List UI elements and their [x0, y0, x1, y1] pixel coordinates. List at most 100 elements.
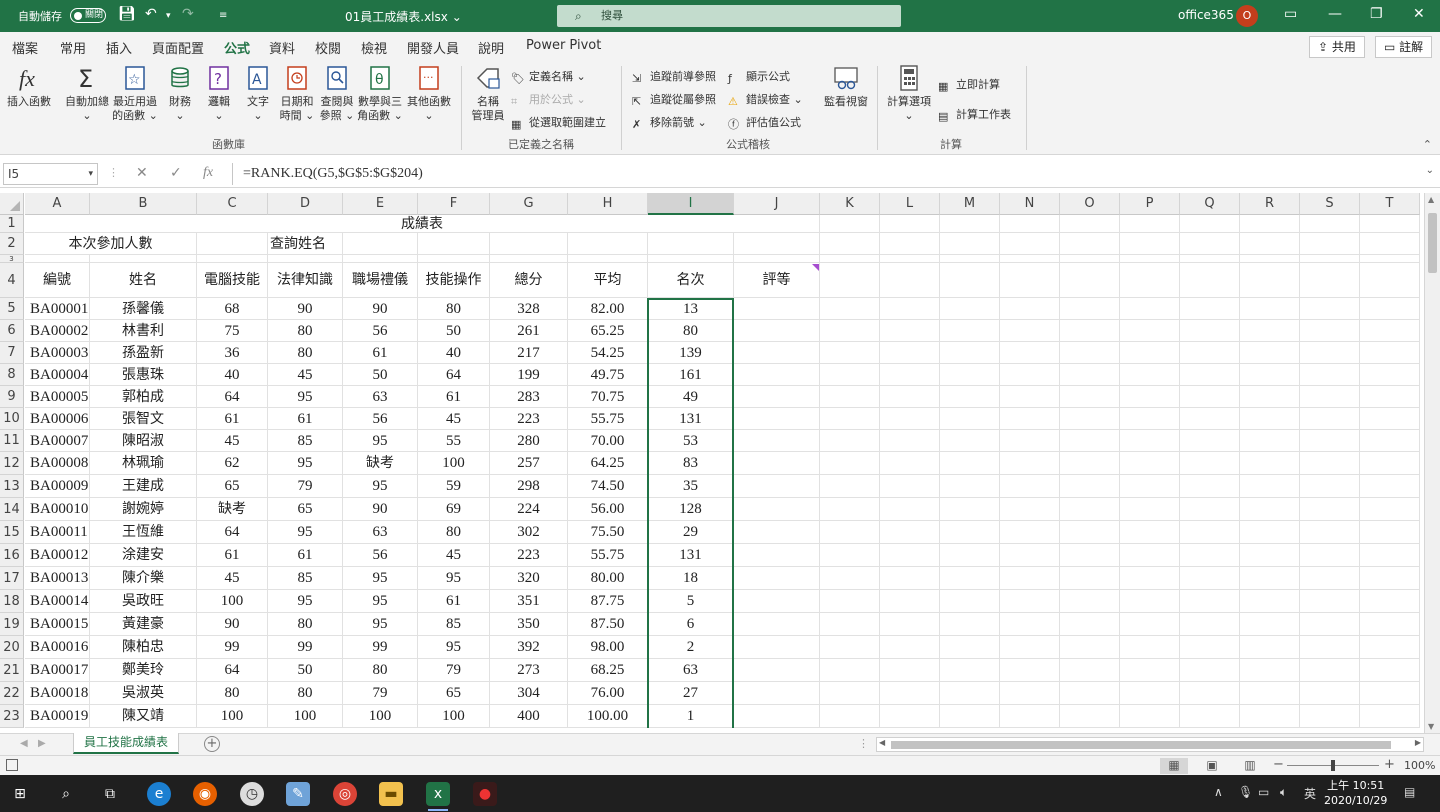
table-cell[interactable]: 95 [343, 590, 418, 613]
table-cell[interactable]: 6 [648, 613, 734, 636]
show-formulas-button[interactable]: ƒ 顯示公式 [728, 68, 790, 85]
table-cell[interactable]: 95 [268, 386, 343, 408]
table-cell[interactable]: 90 [268, 298, 343, 320]
sheet-prev-icon[interactable]: ◀ [20, 738, 28, 749]
cell[interactable] [940, 613, 1000, 636]
table-cell[interactable]: 283 [490, 386, 568, 408]
insert-function-icon[interactable]: fx [203, 165, 213, 181]
cell[interactable] [734, 364, 820, 386]
cell[interactable] [1360, 364, 1420, 386]
row-header-11[interactable]: 11 [0, 430, 24, 452]
cell[interactable] [1000, 636, 1060, 659]
cell[interactable] [1000, 430, 1060, 452]
cell[interactable] [1300, 215, 1360, 233]
cell[interactable] [1180, 498, 1240, 521]
ime-indicator[interactable]: 英 [1304, 785, 1316, 802]
employee-id-cell[interactable]: BA00001 [25, 298, 90, 320]
cell[interactable] [1300, 386, 1360, 408]
cell[interactable] [940, 705, 1000, 728]
table-cell[interactable]: 林書利 [90, 320, 197, 342]
table-cell[interactable]: 40 [197, 364, 268, 386]
customize-qat-icon[interactable]: ≡ [219, 10, 227, 21]
comments-button[interactable]: ▭ 註解 [1375, 36, 1433, 58]
table-cell[interactable]: 328 [490, 298, 568, 320]
table-cell[interactable]: 280 [490, 430, 568, 452]
table-cell[interactable]: 304 [490, 682, 568, 705]
cell[interactable] [940, 215, 1000, 233]
cell[interactable] [940, 636, 1000, 659]
table-cell[interactable]: 80 [197, 682, 268, 705]
cell[interactable] [1120, 408, 1180, 430]
table-cell[interactable]: 61 [197, 408, 268, 430]
employee-id-cell[interactable]: BA00005 [25, 386, 90, 408]
cell[interactable] [820, 636, 880, 659]
table-cell[interactable]: 95 [268, 521, 343, 544]
employee-id-cell[interactable]: BA00009 [25, 475, 90, 498]
autosum-button[interactable]: Σ 自動加總 ⌄ [62, 64, 112, 123]
cell[interactable] [490, 233, 568, 255]
financial-button[interactable]: 財務 ⌄ [164, 64, 196, 123]
trace-precedents-button[interactable]: ⇲ 追蹤前導參照 [632, 68, 716, 85]
table-cell[interactable]: 70.75 [568, 386, 648, 408]
use-in-formula-button[interactable]: ⌗ 用於公式 ⌄ [511, 91, 586, 108]
cell[interactable] [25, 255, 90, 263]
table-cell[interactable]: 56.00 [568, 498, 648, 521]
scroll-up-icon[interactable]: ▲ [1428, 195, 1434, 204]
cell[interactable] [418, 255, 490, 263]
table-cell[interactable]: 63 [343, 521, 418, 544]
microphone-icon[interactable]: 🎙︎ [1238, 785, 1253, 799]
table-cell[interactable]: 82.00 [568, 298, 648, 320]
table-header-cell[interactable]: 職場禮儀 [343, 263, 418, 298]
table-cell[interactable]: 吳淑英 [90, 682, 197, 705]
scroll-left-icon[interactable]: ◀ [879, 738, 885, 747]
cell[interactable] [734, 636, 820, 659]
tab-file[interactable]: 檔案 [12, 38, 38, 57]
table-cell[interactable]: 75 [197, 320, 268, 342]
cell[interactable] [1060, 364, 1120, 386]
cell[interactable] [880, 613, 940, 636]
cell[interactable] [1240, 364, 1300, 386]
table-cell[interactable]: 缺考 [343, 452, 418, 475]
cell[interactable] [1300, 430, 1360, 452]
cell[interactable] [734, 430, 820, 452]
row-header-20[interactable]: 20 [0, 636, 24, 659]
row-header-3[interactable]: 3 [0, 255, 24, 263]
query-label[interactable]: 查詢姓名 [268, 233, 343, 255]
cell[interactable] [880, 590, 940, 613]
table-cell[interactable]: 79 [343, 682, 418, 705]
cell[interactable] [880, 255, 940, 263]
evaluate-formula-button[interactable]: ⓕ 評估值公式 [728, 114, 801, 131]
cell[interactable] [1000, 544, 1060, 567]
vertical-scroll-thumb[interactable] [1428, 213, 1437, 273]
cell[interactable] [940, 364, 1000, 386]
table-cell[interactable]: 29 [648, 521, 734, 544]
table-cell[interactable]: 100 [418, 452, 490, 475]
cancel-icon[interactable]: ✕ [136, 165, 148, 181]
cell[interactable] [734, 408, 820, 430]
cell[interactable] [1240, 386, 1300, 408]
cell[interactable] [880, 386, 940, 408]
cell[interactable] [820, 430, 880, 452]
cell[interactable] [880, 682, 940, 705]
cell[interactable] [880, 298, 940, 320]
cell[interactable] [940, 255, 1000, 263]
cell[interactable] [1240, 567, 1300, 590]
cell[interactable] [820, 386, 880, 408]
cell[interactable] [940, 682, 1000, 705]
table-cell[interactable]: 90 [343, 498, 418, 521]
cell[interactable] [1180, 521, 1240, 544]
table-cell[interactable]: 80.00 [568, 567, 648, 590]
table-cell[interactable]: 95 [268, 590, 343, 613]
table-cell[interactable]: 林珮瑜 [90, 452, 197, 475]
table-cell[interactable]: 61 [418, 386, 490, 408]
cell[interactable] [1360, 233, 1420, 255]
cell[interactable] [1120, 342, 1180, 364]
cell[interactable] [940, 475, 1000, 498]
cell[interactable] [880, 544, 940, 567]
cell[interactable] [1120, 320, 1180, 342]
column-header-k[interactable]: K [820, 193, 880, 215]
cell[interactable] [880, 452, 940, 475]
cell[interactable] [1060, 408, 1120, 430]
cell[interactable] [1180, 430, 1240, 452]
autosave-toggle[interactable]: 關閉 [70, 8, 106, 23]
